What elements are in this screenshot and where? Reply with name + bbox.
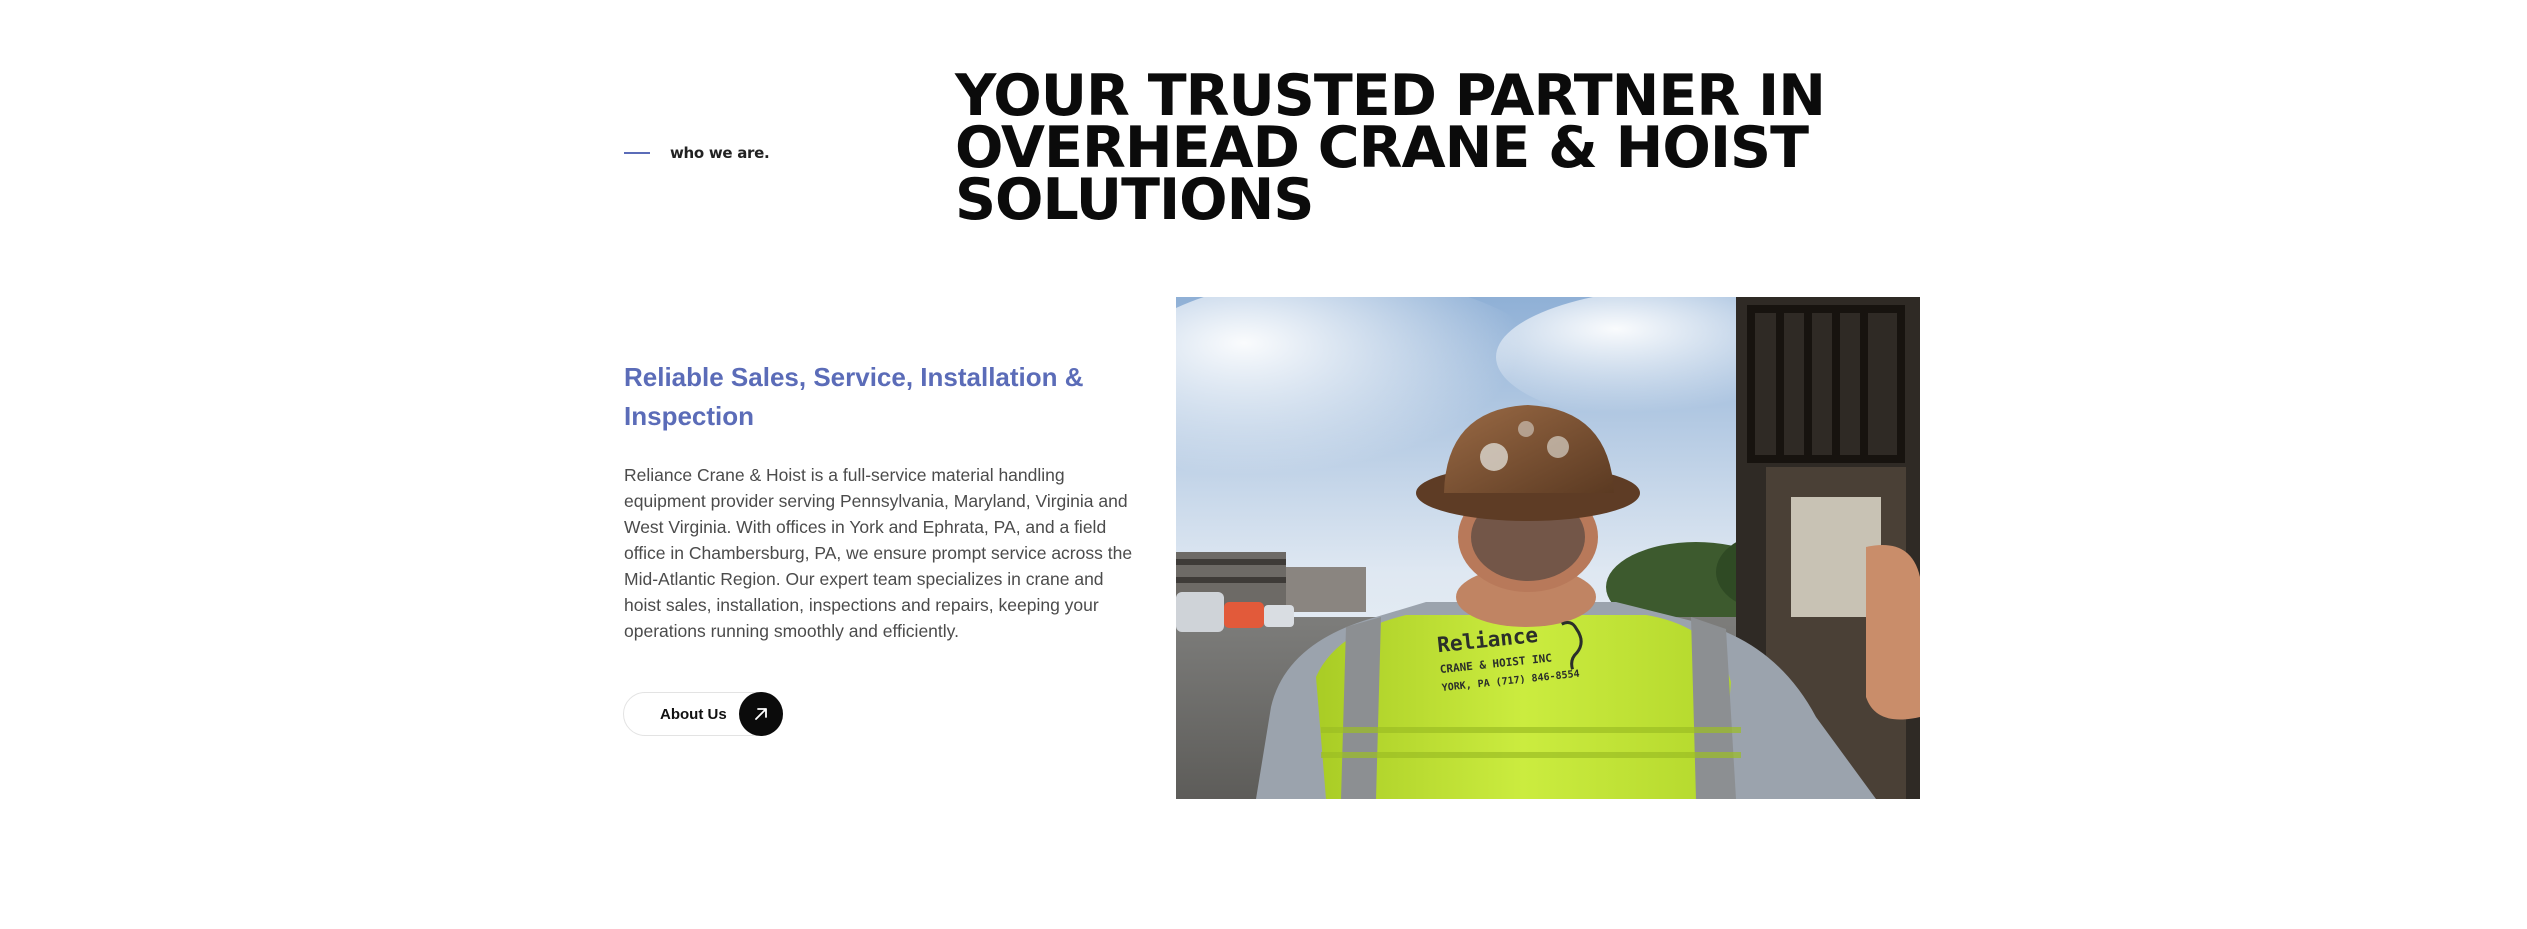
section-subheading: Reliable Sales, Service, Installation & …: [624, 362, 1084, 431]
section-description: Reliance Crane & Hoist is a full-service…: [624, 465, 1133, 641]
arrow-up-right-icon: [739, 692, 783, 736]
worker-illustration: Reliance CRANE & HOIST INC YORK, PA (717…: [1176, 297, 1920, 799]
worker-photo: Reliance CRANE & HOIST INC YORK, PA (717…: [1176, 297, 1920, 799]
eyebrow-label: who we are.: [670, 144, 770, 162]
about-us-button-label: About Us: [660, 705, 727, 723]
section-headline: YOUR TRUSTED PARTNER IN OVERHEAD CRANE &…: [955, 63, 1826, 233]
section-eyebrow: who we are.: [624, 144, 770, 162]
about-us-button[interactable]: About Us: [623, 692, 783, 736]
eyebrow-line: [624, 152, 650, 154]
